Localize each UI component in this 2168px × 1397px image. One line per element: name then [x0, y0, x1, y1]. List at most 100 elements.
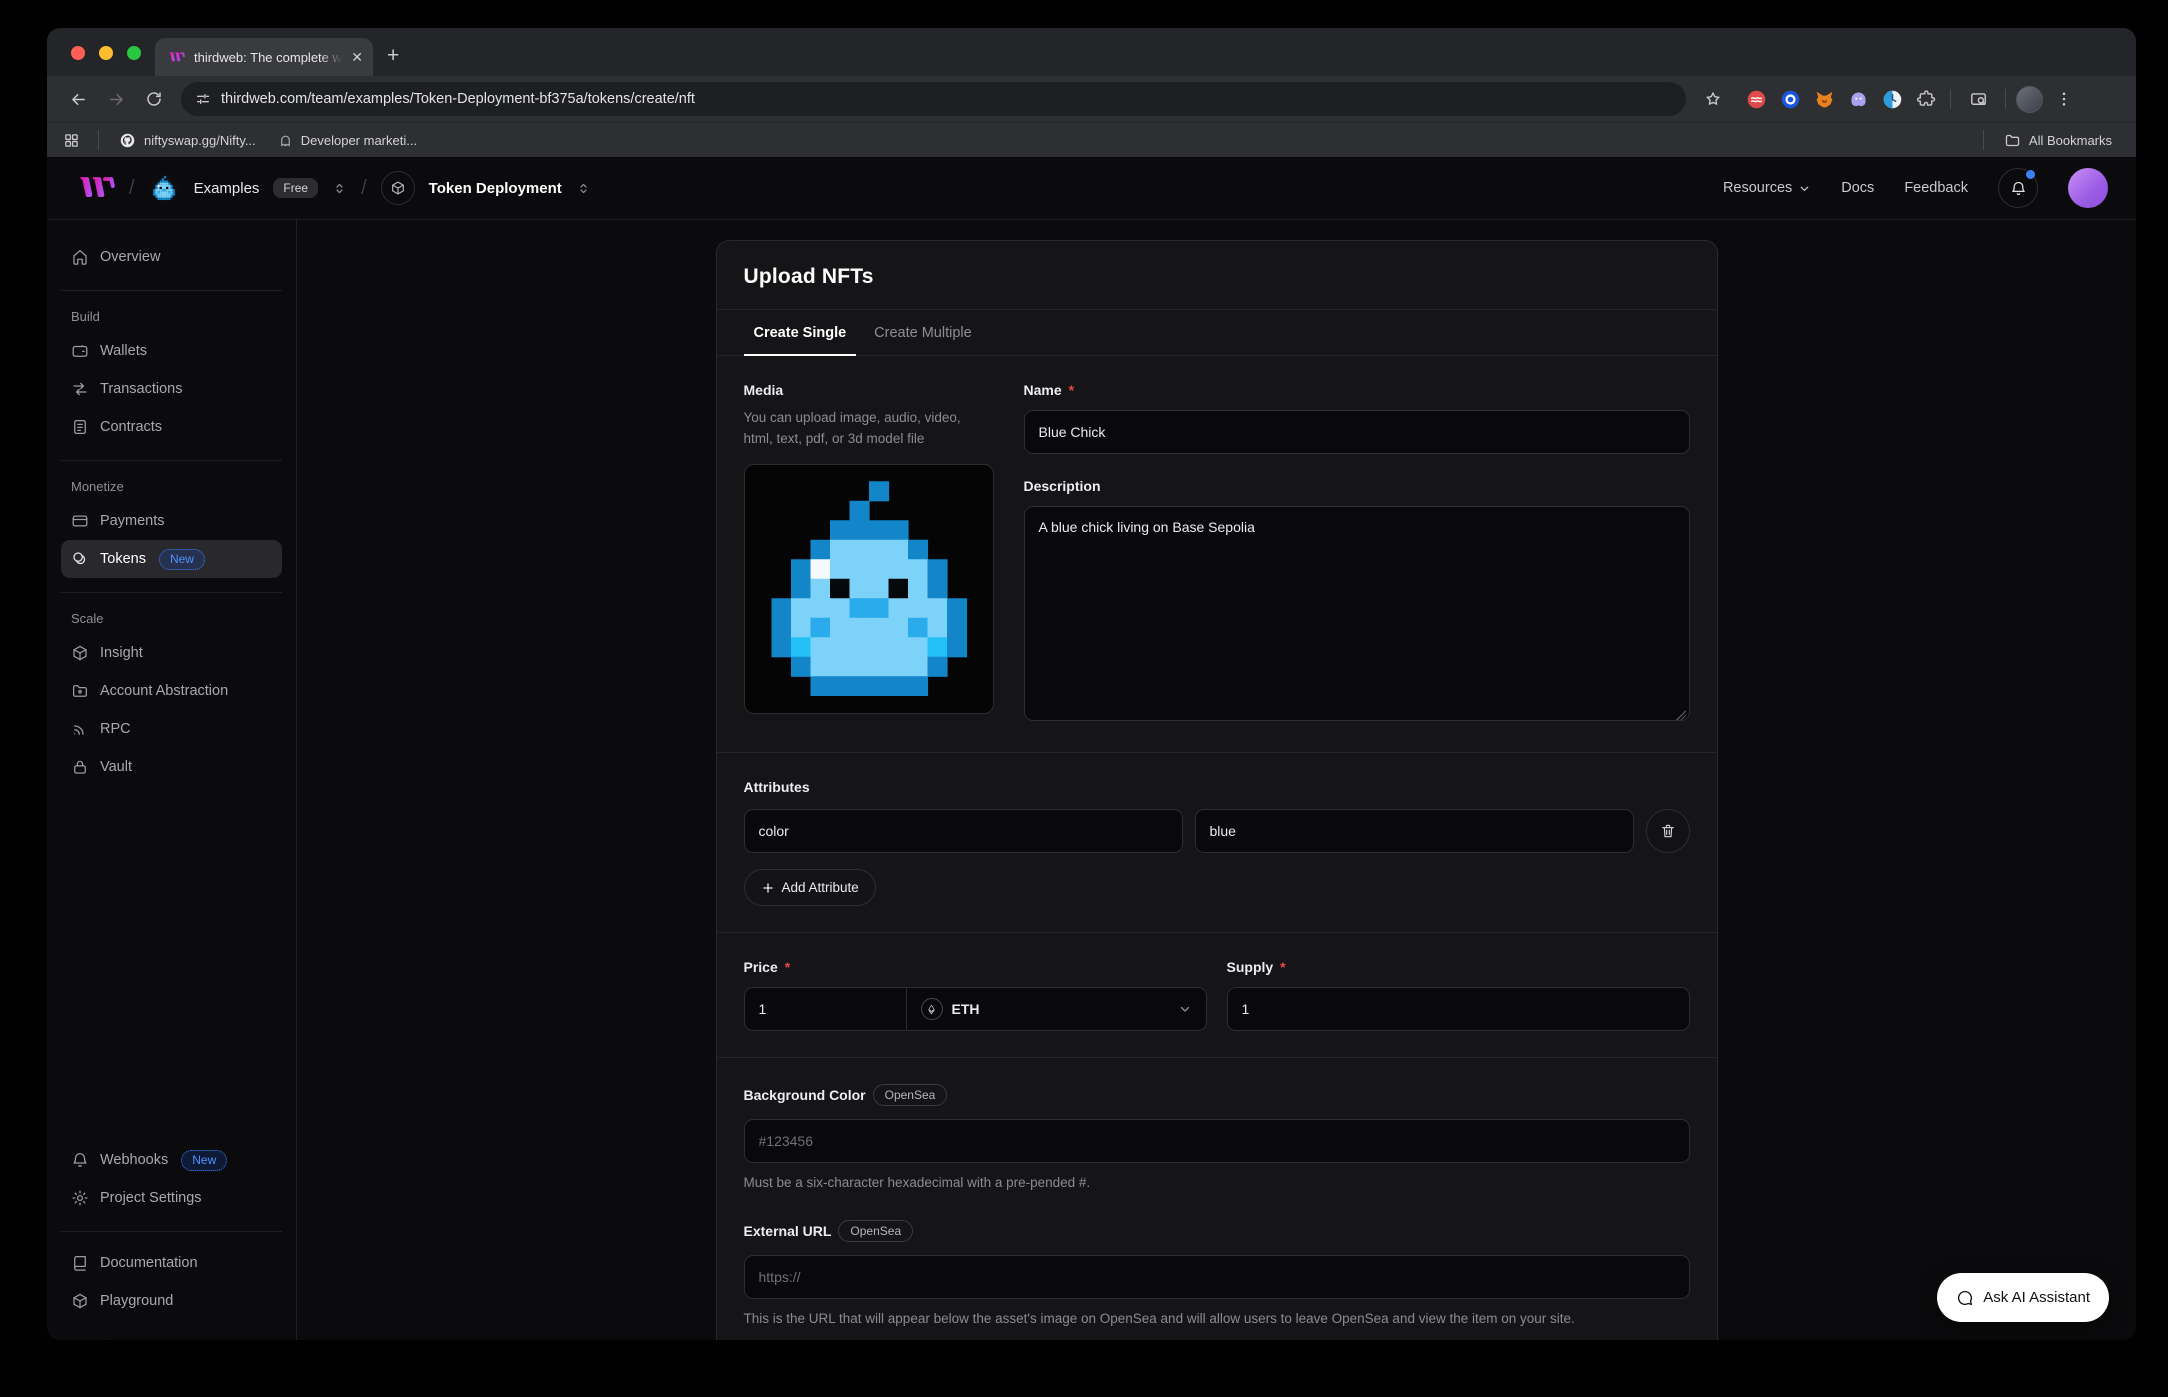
cube-icon: [71, 1292, 89, 1310]
user-avatar[interactable]: [2068, 168, 2108, 208]
external-url-helper: This is the URL that will appear below t…: [744, 1309, 1690, 1330]
tab-create-multiple[interactable]: Create Multiple: [864, 310, 982, 356]
notification-dot: [2026, 170, 2035, 179]
ask-ai-assistant-button[interactable]: Ask AI Assistant: [1937, 1273, 2109, 1322]
sidebar-item-label: Project Settings: [100, 1190, 202, 1206]
transactions-icon: [71, 380, 89, 398]
site-settings-icon[interactable]: [195, 91, 211, 107]
metamask-fox-icon[interactable]: [1810, 85, 1838, 113]
sidebar-item-overview[interactable]: Overview: [61, 238, 282, 276]
wave-red-icon[interactable]: [1742, 85, 1770, 113]
bookmark-item[interactable]: Developer marketi...: [270, 130, 425, 151]
sidebar-item-label: Payments: [100, 513, 164, 529]
sidebar-item-insight[interactable]: Insight: [61, 634, 282, 672]
upload-nfts-card: Upload NFTs Create Single Create Multipl…: [716, 240, 1718, 1340]
sidebar: OverviewBuildWalletsTransactionsContract…: [47, 220, 297, 1340]
all-bookmarks-button[interactable]: All Bookmarks: [1996, 129, 2120, 152]
page-viewport: / Examples Free / Token Deployment Resou…: [47, 157, 2136, 1340]
thirdweb-logo-icon[interactable]: [75, 176, 115, 201]
close-window-button[interactable]: [71, 46, 85, 60]
sidebar-section: DocumentationPlayground: [61, 1231, 282, 1330]
sidebar-item-wallets[interactable]: Wallets: [61, 332, 282, 370]
tab-create-single[interactable]: Create Single: [744, 310, 857, 356]
browser-menu-icon[interactable]: [2047, 82, 2081, 116]
sidebar-item-project-settings[interactable]: Project Settings: [61, 1179, 282, 1217]
sidebar-item-label: Webhooks: [100, 1152, 168, 1168]
browser-profile-avatar[interactable]: [2016, 86, 2043, 113]
device-toolbar-icon[interactable]: [1961, 82, 1995, 116]
main-content: Upload NFTs Create Single Create Multipl…: [297, 220, 2136, 1340]
sidebar-item-tokens[interactable]: TokensNew: [61, 540, 282, 578]
bookmark-star-icon[interactable]: [1696, 82, 1730, 116]
name-input[interactable]: [1024, 410, 1690, 454]
notifications-button[interactable]: [1998, 168, 2038, 208]
resize-handle[interactable]: [1676, 710, 1686, 720]
close-tab-icon[interactable]: ✕: [351, 49, 363, 66]
required-asterisk: *: [785, 959, 790, 975]
attribute-value-input[interactable]: [1195, 809, 1634, 853]
sidebar-section: WebhooksNew Project Settings: [61, 1137, 282, 1227]
address-bar[interactable]: thirdweb.com/team/examples/Token-Deploym…: [181, 82, 1686, 116]
clock-icon[interactable]: [1878, 85, 1906, 113]
description-input[interactable]: A blue chick living on Base Sepolia: [1024, 506, 1690, 721]
back-icon[interactable]: [61, 82, 95, 116]
sidebar-item-webhooks[interactable]: WebhooksNew: [61, 1141, 282, 1179]
apps-grid-icon[interactable]: [63, 132, 80, 149]
add-attribute-button[interactable]: Add Attribute: [744, 869, 876, 906]
reload-icon[interactable]: [137, 82, 171, 116]
browser-tab[interactable]: thirdweb: The complete web3 ✕: [155, 38, 373, 76]
sidebar-section: Overview: [61, 234, 282, 286]
sidebar-item-rpc[interactable]: RPC: [61, 710, 282, 748]
sidebar-item-label: Wallets: [100, 343, 147, 359]
plus-icon: [761, 881, 775, 895]
sidebar-item-vault[interactable]: Vault: [61, 748, 282, 786]
supply-input[interactable]: [1227, 987, 1690, 1031]
toolbar-divider: [2005, 89, 2006, 109]
sidebar-section: ScaleInsight Account Abstraction RPCVault: [61, 592, 282, 796]
nav-docs[interactable]: Docs: [1841, 180, 1874, 196]
attribute-name-input[interactable]: [744, 809, 1183, 853]
chevron-down-icon: [1798, 182, 1811, 195]
nav-feedback[interactable]: Feedback: [1904, 180, 1968, 196]
sidebar-item-playground[interactable]: Playground: [61, 1282, 282, 1320]
lock-icon: [71, 758, 89, 776]
sidebar-item-label: Account Abstraction: [100, 683, 228, 699]
team-switcher-icon[interactable]: [332, 181, 347, 196]
bookmark-item[interactable]: niftyswap.gg/Nifty...: [111, 129, 264, 152]
price-label: Price*: [744, 959, 1207, 975]
breadcrumb-project[interactable]: Token Deployment: [429, 180, 562, 197]
chat-bubble-icon: [1956, 1289, 1974, 1307]
browser-toolbar: thirdweb.com/team/examples/Token-Deploym…: [47, 76, 2136, 122]
new-tab-button[interactable]: +: [387, 44, 399, 68]
price-input[interactable]: [745, 988, 907, 1030]
window-controls[interactable]: [71, 46, 141, 60]
breadcrumb-team[interactable]: Examples: [194, 180, 260, 197]
minimize-window-button[interactable]: [99, 46, 113, 60]
forward-icon: [99, 82, 133, 116]
sidebar-item-documentation[interactable]: Documentation: [61, 1244, 282, 1282]
sidebar-item-contracts[interactable]: Contracts: [61, 408, 282, 446]
nav-resources[interactable]: Resources: [1723, 180, 1811, 196]
required-asterisk: *: [1280, 959, 1285, 975]
sidebar-item-payments[interactable]: Payments: [61, 502, 282, 540]
puzzle-icon[interactable]: [1912, 85, 1940, 113]
sidebar-item-transactions[interactable]: Transactions: [61, 370, 282, 408]
gear-icon: [71, 1189, 89, 1207]
external-url-input[interactable]: [744, 1255, 1690, 1299]
background-color-input[interactable]: [744, 1119, 1690, 1163]
sidebar-section-label: Scale: [61, 605, 282, 634]
media-preview[interactable]: [744, 464, 994, 714]
sidebar-item-account-abstraction[interactable]: Account Abstraction: [61, 672, 282, 710]
url-text[interactable]: thirdweb.com/team/examples/Token-Deploym…: [221, 91, 695, 107]
ring-blue-icon[interactable]: [1776, 85, 1804, 113]
maximize-window-button[interactable]: [127, 46, 141, 60]
bookmarks-bar: niftyswap.gg/Nifty... Developer marketi.…: [47, 122, 2136, 157]
phantom-ghost-icon[interactable]: [1844, 85, 1872, 113]
project-switcher-icon[interactable]: [576, 181, 591, 196]
currency-select[interactable]: ETH: [907, 988, 1206, 1030]
browser-window: thirdweb: The complete web3 ✕ + thirdweb…: [47, 28, 2136, 1340]
toolbar-divider: [1950, 89, 1951, 109]
team-avatar[interactable]: [149, 173, 180, 204]
delete-attribute-button[interactable]: [1646, 809, 1690, 853]
required-asterisk: *: [1069, 382, 1074, 398]
